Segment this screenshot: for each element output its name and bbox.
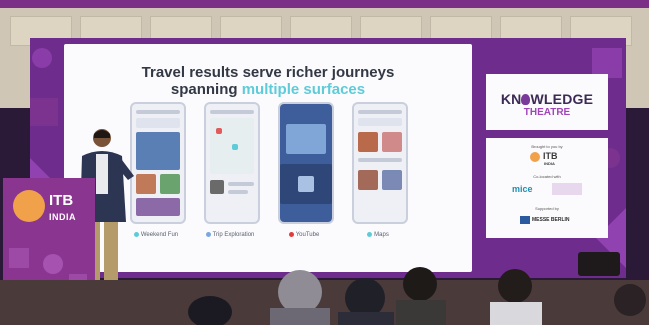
- colocated-label: Co-located with: [533, 174, 561, 179]
- slide-title-line2: spanning multiple surfaces: [64, 81, 472, 98]
- podium-india-text: INDIA: [49, 212, 76, 222]
- knowledge-theatre-panel: KN WLEDGE THEATRE Brought to you by ITB I…: [486, 74, 608, 240]
- podium-itb-text: ITB: [49, 192, 74, 209]
- conference-photo: Travel results serve richer journeys spa…: [0, 0, 649, 325]
- brought-by-label: Brought to you by: [531, 144, 563, 149]
- slide-title-plain: spanning: [170, 81, 242, 98]
- partner-itb: ITB: [543, 151, 558, 161]
- slide-title-accent: multiple surfaces: [241, 81, 366, 98]
- youtube-icon: [288, 232, 294, 237]
- itb-globe-icon: [530, 152, 540, 162]
- podium-logo: ITB INDIA: [9, 184, 89, 244]
- partner-messe: MESSE BERLIN: [532, 217, 570, 223]
- knowledge-title: KN WLEDGE: [500, 91, 594, 107]
- phone-caption: Trip Exploration: [195, 232, 265, 238]
- itb-globe-icon: [13, 190, 45, 222]
- phone-mockup: [130, 102, 186, 224]
- partner-itb-sub: INDIA: [544, 161, 555, 166]
- maps-icon: [367, 232, 373, 237]
- ceiling-trim: [0, 0, 649, 8]
- map-icon: [205, 232, 211, 237]
- phone-mockup: [278, 102, 334, 224]
- phone-caption: YouTube: [269, 232, 339, 238]
- knowledge-theatre-logo: KN WLEDGE THEATRE: [486, 74, 608, 130]
- audience: [188, 267, 646, 325]
- phone-mockup: [204, 102, 260, 224]
- partner-mice: mice: [512, 184, 533, 194]
- slide-title-line1: Travel results serve richer journeys: [141, 64, 395, 81]
- lightbulb-icon: [521, 93, 531, 105]
- phone-mockup: [352, 102, 408, 224]
- partner-logos-card: Brought to you by ITB INDIA Co-located w…: [486, 138, 608, 238]
- messe-icon: [520, 216, 530, 224]
- partner-travel-tech-logo: [552, 183, 582, 195]
- knowledge-subtitle: THEATRE: [523, 107, 571, 118]
- slide-title: Travel results serve richer journeys spa…: [64, 64, 472, 98]
- phone-caption: Maps: [343, 232, 413, 238]
- supported-label: Supported by: [535, 206, 559, 211]
